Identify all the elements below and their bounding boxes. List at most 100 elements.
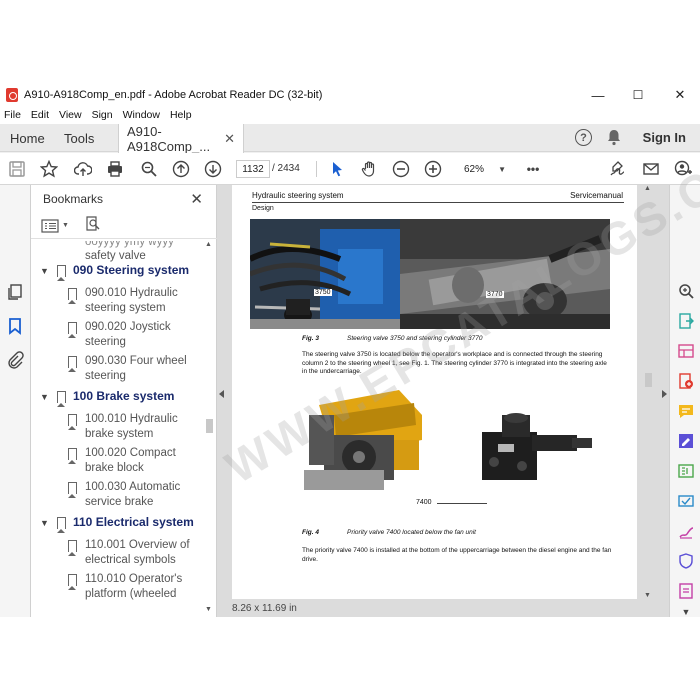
bookmarks-title: Bookmarks (43, 192, 104, 206)
organize-pages-icon[interactable] (678, 343, 694, 359)
scroll-up-icon[interactable]: ▲ (644, 185, 651, 192)
maximize-button[interactable]: ☐ (618, 84, 658, 106)
figure-4-label: Fig. 4 (302, 529, 319, 536)
minus-circle-icon (392, 160, 410, 178)
zoom-level-value: 62% (464, 163, 485, 175)
share-email-button[interactable] (640, 158, 662, 180)
pen-sign-icon (610, 161, 625, 176)
chevron-down-icon: ▼ (40, 518, 49, 528)
bookmark-options-button[interactable]: ▼ (41, 218, 69, 233)
zoom-tool-icon[interactable] (678, 283, 694, 299)
find-button[interactable] (138, 158, 160, 180)
bookmarks-panel-button[interactable] (6, 317, 24, 335)
main-toolbar: 1132 / 2434 62% ▼ ••• (0, 153, 700, 185)
collapse-right-panel-icon[interactable] (662, 390, 667, 398)
help-icon[interactable]: ? (575, 129, 592, 146)
chevron-down-icon: ▼ (498, 164, 506, 174)
zoom-out-button[interactable] (390, 158, 412, 180)
figure-4-caption: Fig. 4 Priority valve 7400 located below … (302, 529, 476, 536)
upload-cloud-button[interactable] (72, 158, 94, 180)
plus-circle-icon (424, 160, 442, 178)
more-tools-button[interactable]: ••• (522, 158, 544, 180)
bookmark-label-line2: service brake (85, 496, 154, 508)
attachments-button[interactable] (6, 351, 24, 369)
bookmark-star-button[interactable] (38, 158, 60, 180)
bookmark-label-line2: platform (wheeled (85, 588, 177, 600)
scrollbar-thumb[interactable] (645, 373, 652, 387)
bookmark-icon (57, 517, 66, 533)
bookmarks-scrollbar[interactable]: ▲ ▼ (204, 241, 214, 613)
notification-bell-icon[interactable] (606, 129, 622, 146)
bookmark-icon (68, 482, 77, 498)
chevron-down-icon[interactable]: ▼ (678, 607, 694, 617)
save-icon (9, 161, 25, 177)
export-pdf-icon[interactable] (678, 313, 694, 329)
bookmarks-toolbar: ▼ (31, 213, 217, 239)
document-viewport[interactable]: Hydraulic steering system Servicemanual … (217, 185, 669, 617)
chevron-down-icon: ▼ (62, 222, 69, 229)
menu-view[interactable]: View (59, 109, 82, 121)
share-user-button[interactable] (672, 158, 694, 180)
close-icon: ✕ (674, 87, 686, 102)
document-scrollbar[interactable]: ▲ ▼ (643, 185, 653, 599)
page-header-right: Servicemanual (570, 191, 623, 200)
printer-icon (108, 161, 122, 177)
menu-help[interactable]: Help (170, 109, 192, 121)
menu-file[interactable]: File (4, 109, 21, 121)
figure-3-caption: Fig. 3 Steering valve 3750 and steering c… (302, 335, 483, 342)
tab-document[interactable]: A910-A918Comp_... ✕ (118, 124, 244, 154)
chevron-down-icon: ▼ (40, 392, 49, 402)
menu-edit[interactable]: Edit (31, 109, 49, 121)
collapse-left-panel-icon[interactable] (219, 390, 224, 398)
maximize-icon: ☐ (632, 88, 644, 102)
bookmark-label-line1: 090.020 Joystick (85, 321, 171, 333)
sign-document-button[interactable] (606, 158, 628, 180)
bookmark-label-line1: 090.030 Four wheel (85, 355, 187, 367)
tab-home[interactable]: Home (10, 124, 45, 152)
right-tools-rail: ▼ (669, 185, 700, 617)
bookmark-label-line2: brake system (85, 428, 154, 440)
previous-page-button[interactable] (170, 158, 192, 180)
scroll-down-icon[interactable]: ▼ (644, 592, 651, 599)
scroll-up-icon[interactable]: ▲ (205, 241, 212, 248)
bookmark-icon (68, 356, 77, 372)
minimize-button[interactable]: — (578, 84, 618, 106)
page-header-left: Hydraulic steering system (252, 191, 344, 200)
menu-window[interactable]: Window (123, 109, 160, 121)
next-page-button[interactable] (202, 158, 224, 180)
close-window-button[interactable]: ✕ (660, 84, 700, 106)
find-bookmark-button[interactable] (85, 216, 101, 235)
bookmark-icon (68, 448, 77, 464)
minimize-icon: — (591, 87, 605, 103)
callout-3770: 3770 (486, 291, 504, 298)
hand-tool-button[interactable] (358, 158, 380, 180)
page-thumbnails-button[interactable] (6, 283, 24, 301)
zoom-in-button[interactable] (422, 158, 444, 180)
bookmark-icon (68, 540, 77, 556)
compress-pdf-icon[interactable] (678, 583, 694, 599)
arrow-up-circle-icon (172, 160, 190, 178)
print-button[interactable] (104, 158, 126, 180)
close-panel-icon[interactable]: ✕ (190, 190, 203, 208)
envelope-icon (643, 163, 659, 175)
star-icon (40, 160, 58, 178)
edit-pdf-icon[interactable] (678, 433, 694, 449)
scroll-down-icon[interactable]: ▼ (205, 606, 212, 613)
send-for-review-icon[interactable] (678, 493, 694, 509)
sign-in-button[interactable]: Sign In (643, 130, 686, 145)
create-pdf-icon[interactable] (678, 373, 694, 389)
select-tool-button[interactable] (326, 158, 348, 180)
zoom-level-select[interactable]: 62% ▼ (460, 160, 510, 178)
current-page-input[interactable]: 1132 (236, 160, 270, 178)
save-button[interactable] (6, 158, 28, 180)
tab-tools[interactable]: Tools (64, 124, 94, 152)
scrollbar-thumb[interactable] (206, 419, 213, 433)
bookmark-label-line1: 100.020 Compact (85, 447, 176, 459)
comment-icon[interactable] (678, 403, 694, 419)
menu-sign[interactable]: Sign (92, 109, 113, 121)
request-signature-icon[interactable] (678, 523, 694, 539)
paragraph-priority-valve: The priority valve 7400 is installed at … (302, 547, 612, 563)
tab-close-icon[interactable]: ✕ (224, 131, 235, 147)
protect-shield-icon[interactable] (678, 553, 694, 569)
fill-sign-icon[interactable] (678, 463, 694, 479)
